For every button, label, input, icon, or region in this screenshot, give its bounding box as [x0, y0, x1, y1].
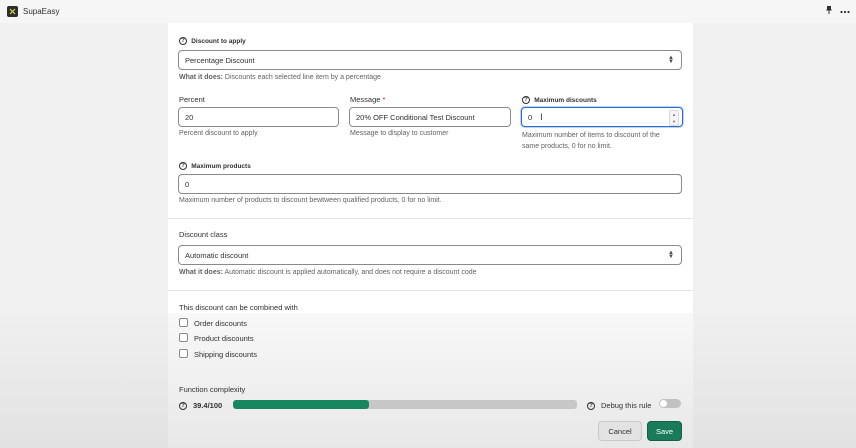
- what-it-does-prefix: What it does:: [179, 269, 223, 276]
- shipping-discounts-label: Shipping discounts: [194, 350, 257, 359]
- discount-to-apply-value: Percentage Discount: [185, 55, 255, 65]
- max-discounts-help-line2: same products, 0 for no limit.: [522, 143, 612, 150]
- max-discounts-input[interactable]: 0 I ▲ ▼: [521, 107, 683, 127]
- app-logo-icon: [7, 6, 18, 17]
- discount-settings-card: ? Discount to apply Percentage Discount …: [168, 23, 693, 448]
- max-discounts-value: 0: [528, 112, 533, 122]
- discount-class-help: What it does: Automatic discount is appl…: [179, 269, 477, 276]
- pin-icon[interactable]: [825, 5, 833, 19]
- max-discounts-help: Maximum number of items to discount of t…: [522, 130, 660, 152]
- discount-class-select[interactable]: Automatic discount ▲ ▼: [178, 245, 682, 265]
- message-label: Message: [350, 95, 381, 104]
- number-stepper[interactable]: ▲ ▼: [669, 110, 679, 126]
- help-icon[interactable]: ?: [587, 401, 595, 410]
- max-products-value: 0: [185, 179, 190, 189]
- max-products-label: Maximum products: [191, 163, 251, 170]
- section-divider: [168, 218, 693, 219]
- combine-label: This discount can be combined with: [179, 303, 298, 312]
- what-it-does-prefix: What it does:: [179, 74, 223, 81]
- percent-help: Percent discount to apply: [179, 130, 258, 137]
- discount-to-apply-label: Discount to apply: [191, 38, 246, 45]
- section-divider: [168, 290, 693, 291]
- message-label-row: Message *: [350, 95, 385, 104]
- product-discounts-label: Product discounts: [194, 334, 254, 343]
- app-name: SupaEasy: [23, 7, 60, 16]
- what-it-does-text: Automatic discount is applied automatica…: [222, 269, 477, 276]
- message-value: 20% OFF Conditional Test Discount: [356, 112, 475, 122]
- max-products-input[interactable]: 0: [178, 174, 682, 194]
- discount-to-apply-label-row: ? Discount to apply: [179, 36, 246, 45]
- max-discounts-help-line1: Maximum number of items to discount of t…: [522, 132, 660, 139]
- message-help: Message to display to customer: [350, 130, 449, 137]
- debug-toggle[interactable]: [659, 399, 681, 408]
- required-mark: *: [382, 95, 386, 104]
- chevron-updown-icon: ▲ ▼: [668, 55, 674, 65]
- text-cursor-icon: I: [540, 112, 543, 122]
- discount-class-label: Discount class: [179, 230, 228, 239]
- complexity-progress-bar: [233, 400, 577, 409]
- cancel-button[interactable]: Cancel: [598, 421, 642, 441]
- help-icon[interactable]: ?: [179, 161, 187, 170]
- message-input[interactable]: 20% OFF Conditional Test Discount: [349, 107, 511, 127]
- more-icon[interactable]: [840, 6, 850, 18]
- save-button[interactable]: Save: [647, 421, 682, 441]
- toggle-knob: [660, 400, 667, 407]
- max-products-help: Maximum number of products to discount b…: [179, 197, 442, 204]
- help-icon[interactable]: ?: [179, 36, 187, 45]
- what-it-does-text: Discounts each selected line item by a p…: [222, 74, 381, 81]
- max-discounts-label: Maximum discounts: [534, 97, 597, 104]
- discount-to-apply-select[interactable]: Percentage Discount ▲ ▼: [178, 50, 682, 70]
- debug-label: Debug this rule: [601, 401, 652, 410]
- percent-value: 20: [185, 112, 194, 122]
- complexity-label: Function complexity: [179, 385, 246, 394]
- complexity-progress-fill: [233, 400, 369, 409]
- max-products-label-row: ? Maximum products: [179, 161, 251, 170]
- percent-label: Percent: [179, 95, 205, 104]
- chevron-updown-icon: ▲ ▼: [668, 250, 674, 260]
- order-discounts-checkbox[interactable]: [179, 318, 188, 327]
- help-icon[interactable]: ?: [522, 95, 530, 104]
- app-topbar: SupaEasy: [0, 0, 856, 23]
- discount-to-apply-help: What it does: Discounts each selected li…: [179, 74, 381, 81]
- product-discounts-checkbox[interactable]: [179, 333, 188, 342]
- help-icon[interactable]: ?: [179, 401, 187, 410]
- percent-input[interactable]: 20: [178, 107, 339, 127]
- complexity-value: 39.4/100: [193, 401, 223, 410]
- discount-class-value: Automatic discount: [185, 250, 249, 260]
- order-discounts-label: Order discounts: [194, 319, 247, 328]
- shipping-discounts-checkbox[interactable]: [179, 349, 188, 358]
- max-discounts-label-row: ? Maximum discounts: [522, 95, 597, 104]
- debug-row: ? Debug this rule: [587, 401, 651, 410]
- complexity-value-row: ? 39.4/100: [179, 401, 222, 410]
